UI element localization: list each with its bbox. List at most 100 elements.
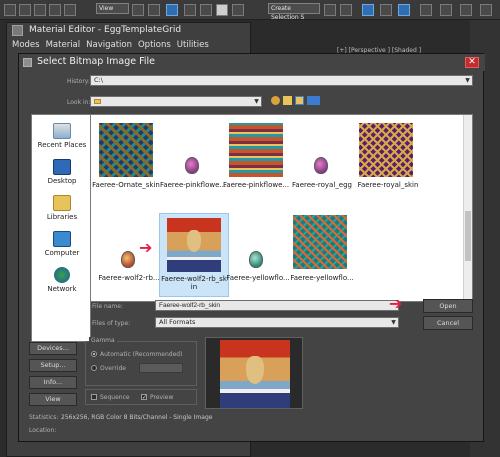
snap-icon[interactable] bbox=[216, 4, 228, 16]
filetype-value: All Formats bbox=[159, 318, 196, 326]
dialog-app-icon bbox=[23, 58, 32, 67]
file-item-label[interactable]: Faeree-royal_egg bbox=[287, 181, 357, 189]
setup-button[interactable]: Setup... bbox=[29, 359, 77, 372]
menu-utilities[interactable]: Utilities bbox=[177, 38, 209, 52]
statistics-label: Statistics: bbox=[29, 414, 59, 421]
egg-file-icon[interactable] bbox=[249, 251, 263, 268]
material-editor-icon[interactable] bbox=[398, 4, 410, 16]
file-item-selected[interactable]: Faeree-wolf2-rb_sk in bbox=[159, 213, 229, 297]
file-thumbnail[interactable] bbox=[99, 123, 153, 177]
file-thumbnail bbox=[167, 218, 221, 272]
file-item-label[interactable]: Faeree-yellowflo... bbox=[223, 274, 293, 282]
menu-navigation[interactable]: Navigation bbox=[86, 38, 132, 52]
angle-snap-icon[interactable] bbox=[232, 4, 244, 16]
mirror-icon[interactable] bbox=[324, 4, 336, 16]
place-libraries[interactable]: Libraries bbox=[32, 195, 92, 221]
view-menu-icon[interactable] bbox=[307, 96, 320, 105]
gamma-override-spinner[interactable] bbox=[139, 363, 183, 373]
sequence-label: Sequence bbox=[100, 394, 130, 401]
layers-icon[interactable] bbox=[362, 4, 374, 16]
dialog-titlebar: Select Bitmap Image File ✕ bbox=[19, 54, 485, 71]
scrollbar-thumb[interactable] bbox=[465, 211, 471, 261]
lookin-combo[interactable]: ▼ bbox=[90, 96, 262, 107]
render-icon[interactable] bbox=[460, 4, 472, 16]
file-item-label[interactable]: Faeree-Ornate_skin bbox=[91, 181, 161, 189]
graph-editor-icon[interactable] bbox=[380, 4, 392, 16]
file-thumbnail[interactable] bbox=[293, 215, 347, 269]
unlink-icon[interactable] bbox=[49, 4, 61, 16]
move-icon[interactable] bbox=[166, 4, 178, 16]
file-item-label[interactable]: Faeree-yellowflo... bbox=[287, 274, 357, 282]
devices-button[interactable]: Devices... bbox=[29, 342, 77, 355]
file-item-label[interactable]: Faeree-wolf2-rb... bbox=[94, 274, 164, 282]
view-button[interactable]: View bbox=[29, 393, 77, 406]
main-toolbar: View Create Selection S bbox=[0, 0, 500, 21]
place-computer[interactable]: Computer bbox=[32, 231, 92, 257]
view-combo[interactable]: View bbox=[96, 3, 129, 14]
open-button[interactable]: Open bbox=[423, 299, 473, 313]
preview-checkbox[interactable]: ✓ bbox=[141, 394, 147, 401]
sequence-checkbox[interactable] bbox=[91, 394, 97, 400]
file-list[interactable]: Faeree-Ornate_skin Faeree-pinkflowe... F… bbox=[90, 114, 473, 302]
file-item-label[interactable]: Faeree-pinkflowe... bbox=[221, 181, 291, 189]
image-preview bbox=[205, 337, 303, 409]
selection-set-combo[interactable]: Create Selection S bbox=[268, 3, 320, 21]
rotate-icon[interactable] bbox=[184, 4, 196, 16]
file-item-label-wrap: in bbox=[190, 283, 198, 291]
bind-icon[interactable] bbox=[64, 4, 76, 16]
history-label: History: bbox=[67, 78, 90, 85]
select-filter-icon[interactable] bbox=[148, 4, 160, 16]
file-list-scrollbar[interactable] bbox=[463, 115, 472, 301]
egg-file-icon[interactable] bbox=[185, 157, 199, 174]
close-button[interactable]: ✕ bbox=[465, 57, 479, 68]
align-icon[interactable] bbox=[340, 4, 352, 16]
places-bar: Recent Places Desktop Libraries Computer… bbox=[31, 114, 91, 342]
render-frame-icon[interactable] bbox=[440, 4, 452, 16]
back-icon[interactable] bbox=[271, 96, 280, 105]
menu-material[interactable]: Material bbox=[46, 38, 81, 52]
folder-icon bbox=[94, 98, 101, 104]
cancel-button[interactable]: Cancel bbox=[423, 316, 473, 330]
filename-input[interactable] bbox=[155, 300, 399, 311]
place-recent-places[interactable]: Recent Places bbox=[32, 123, 92, 149]
select-bitmap-dialog: Select Bitmap Image File ✕ History: C:\ … bbox=[18, 53, 485, 442]
up-folder-icon[interactable] bbox=[283, 96, 292, 105]
material-editor-title: Material Editor - EggTemplateGrid bbox=[29, 25, 182, 35]
render-production-icon[interactable] bbox=[480, 4, 492, 16]
place-desktop[interactable]: Desktop bbox=[32, 159, 92, 185]
info-button[interactable]: Info... bbox=[29, 376, 77, 389]
file-thumbnail[interactable] bbox=[359, 123, 413, 177]
new-folder-icon[interactable] bbox=[295, 96, 304, 105]
file-item-label: Faeree-wolf2-rb_sk bbox=[161, 275, 227, 283]
gamma-title: Gamma bbox=[89, 337, 117, 344]
place-computer-label: Computer bbox=[44, 249, 80, 257]
gamma-automatic-radio[interactable] bbox=[91, 351, 97, 357]
render-setup-icon[interactable] bbox=[420, 4, 432, 16]
egg-file-icon[interactable] bbox=[121, 251, 135, 268]
link-icon[interactable] bbox=[34, 4, 46, 16]
menu-options[interactable]: Options bbox=[138, 38, 171, 52]
select-icon[interactable] bbox=[4, 4, 16, 16]
place-desktop-label: Desktop bbox=[47, 177, 77, 185]
red-arrow-annotation: ➔ bbox=[389, 294, 403, 313]
wolf-face-shape bbox=[246, 356, 264, 384]
file-thumbnail[interactable] bbox=[229, 123, 283, 177]
preview-label: Preview bbox=[150, 394, 174, 401]
recent-places-icon bbox=[53, 123, 71, 139]
menu-modes[interactable]: Modes bbox=[12, 38, 40, 52]
material-editor-titlebar: Material Editor - EggTemplateGrid bbox=[7, 23, 250, 38]
place-network[interactable]: Network bbox=[32, 267, 92, 293]
gamma-override-radio[interactable] bbox=[91, 365, 97, 371]
scale-icon[interactable] bbox=[200, 4, 212, 16]
place-network-label: Network bbox=[47, 285, 77, 293]
select-region-icon[interactable] bbox=[19, 4, 31, 16]
egg-file-icon[interactable] bbox=[314, 157, 328, 174]
file-item-label[interactable]: Faeree-royal_skin bbox=[353, 181, 423, 189]
computer-icon bbox=[53, 231, 71, 247]
filetype-combo[interactable]: All Formats ▼ bbox=[155, 317, 399, 328]
pivot-icon[interactable] bbox=[132, 4, 144, 16]
location-label: Location: bbox=[29, 427, 57, 434]
history-combo[interactable]: C:\ ▼ bbox=[90, 75, 473, 86]
material-editor-menubar: Modes Material Navigation Options Utilit… bbox=[7, 38, 250, 52]
file-item-label[interactable]: Faeree-pinkflowe... bbox=[158, 181, 228, 189]
